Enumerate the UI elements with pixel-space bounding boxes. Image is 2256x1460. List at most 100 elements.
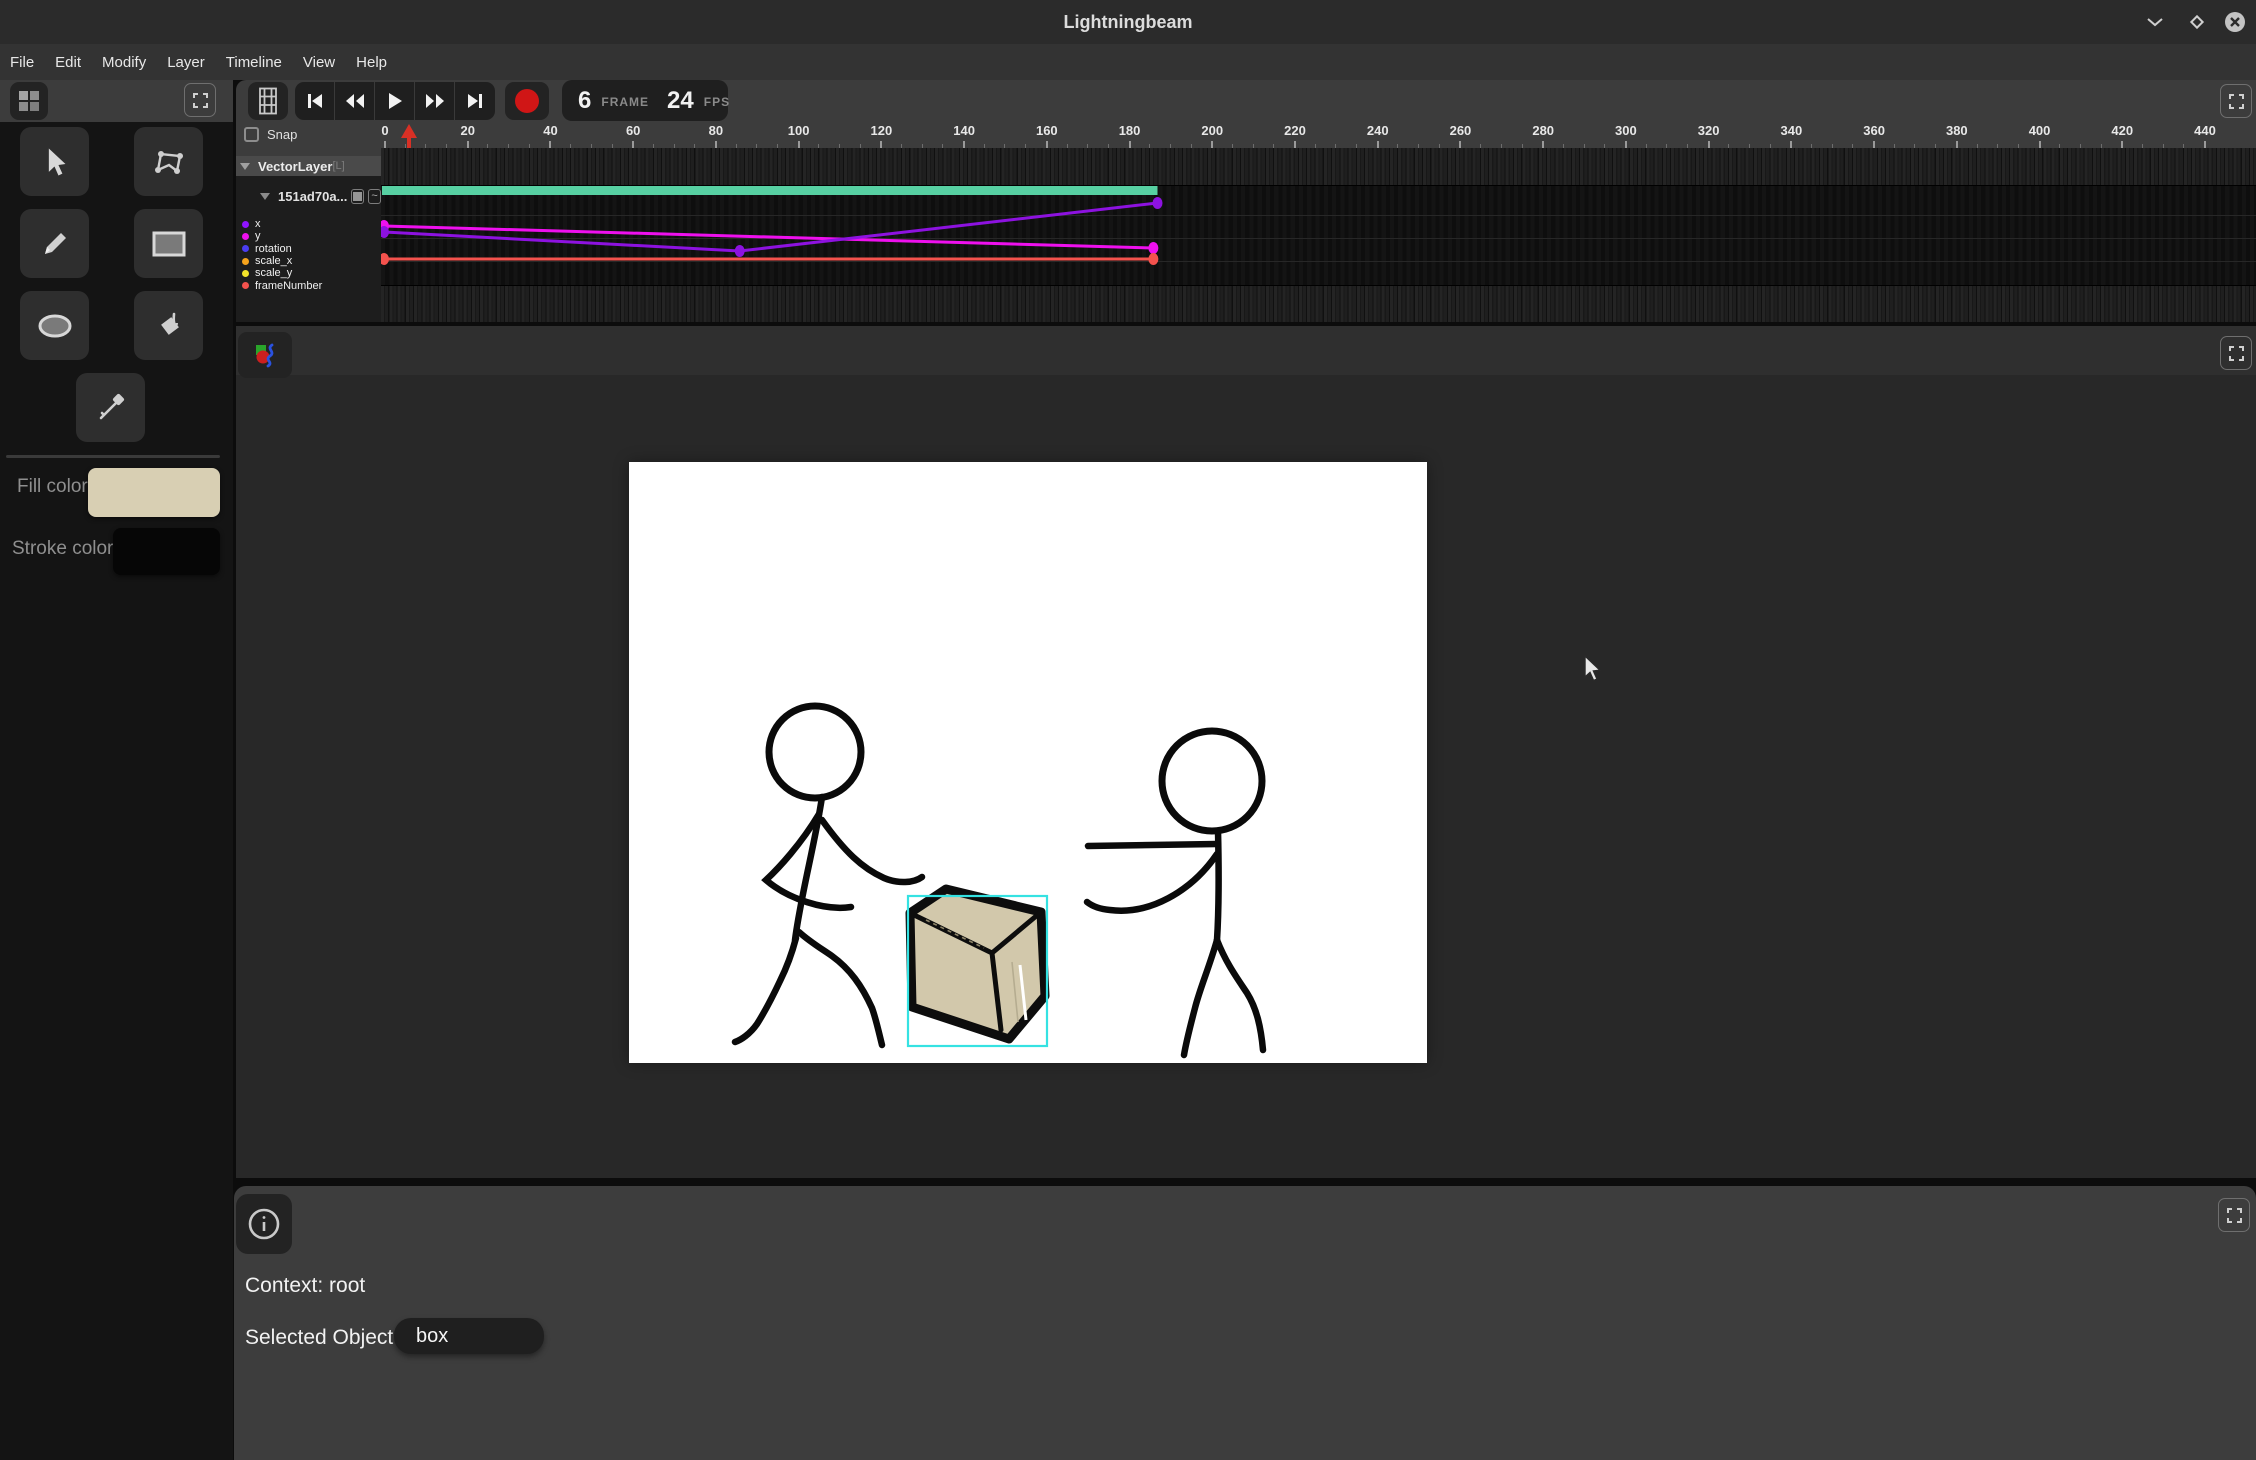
grid-icon [18, 90, 40, 112]
menu-item-file[interactable]: File [9, 52, 35, 73]
square-icon [353, 192, 362, 201]
keyframe-frameNumber-186[interactable] [1148, 253, 1158, 265]
skip-start-button[interactable] [295, 82, 335, 120]
menu-item-view[interactable]: View [302, 52, 336, 73]
keyframe-y-186[interactable] [1148, 242, 1158, 254]
ruler-label-360: 360 [1863, 123, 1885, 138]
subselect-tool-button[interactable] [134, 127, 203, 196]
close-icon[interactable] [2222, 9, 2248, 35]
sublayer-tilde-toggle[interactable]: ~ [368, 189, 381, 204]
keyframe-frameNumber-0[interactable] [381, 253, 389, 265]
stage[interactable] [629, 462, 1427, 1063]
property-row-scale_x[interactable]: scale_x [242, 255, 381, 267]
maximize-diamond-icon[interactable] [2184, 9, 2210, 35]
play-button[interactable] [375, 82, 415, 120]
property-name: x [255, 218, 261, 230]
property-color-dot [242, 282, 249, 289]
path-nodes-icon [152, 146, 186, 178]
paint-bucket-icon [153, 310, 185, 342]
left-tool-panel: Fill color: Stroke color: [0, 80, 233, 1460]
eyedropper-tool-button[interactable] [76, 373, 145, 442]
snap-checkbox[interactable] [244, 127, 259, 142]
layer-track-bar[interactable] [382, 186, 1158, 195]
canvas-expand-button[interactable] [2220, 336, 2252, 370]
property-name: scale_x [255, 255, 292, 267]
frame-label: FRAME [601, 93, 649, 109]
layer-row-sublayer[interactable]: 151ad70a... ~ [236, 186, 381, 206]
box-object[interactable] [910, 889, 1045, 1039]
mouse-cursor-icon [1583, 655, 1603, 683]
stroke-color-swatch[interactable] [113, 528, 220, 575]
minimize-chevron-icon[interactable] [2142, 9, 2168, 35]
property-color-dot [242, 233, 249, 240]
left-panel-expand-button[interactable] [184, 83, 216, 117]
property-row-y[interactable]: y [242, 230, 381, 242]
property-row-x[interactable]: x [242, 218, 381, 230]
menu-item-help[interactable]: Help [355, 52, 388, 73]
canvas-panel-header [236, 326, 2256, 375]
property-row-rotation[interactable]: rotation [242, 243, 381, 255]
rectangle-tool-button[interactable] [134, 209, 203, 278]
skip-end-button[interactable] [455, 82, 495, 120]
ellipse-tool-button[interactable] [20, 291, 89, 360]
fast-forward-button[interactable] [415, 82, 455, 120]
ruler-label-380: 380 [1946, 123, 1968, 138]
tilde-icon: ~ [371, 191, 377, 202]
property-color-dot [242, 258, 249, 265]
panel-grid-button[interactable] [10, 82, 48, 120]
fullscreen-icon [2227, 1208, 2242, 1223]
fullscreen-icon [2229, 94, 2244, 109]
select-tool-button[interactable] [20, 127, 89, 196]
menu-item-modify[interactable]: Modify [101, 52, 147, 73]
titlebar: Lightningbeam [0, 0, 2256, 44]
info-button[interactable] [236, 1194, 292, 1254]
property-name: y [255, 230, 261, 242]
layer-row-vectorlayer[interactable]: VectorLayer [L] [236, 156, 381, 176]
ruler-label-260: 260 [1450, 123, 1472, 138]
film-button[interactable] [248, 82, 288, 120]
menu-item-layer[interactable]: Layer [166, 52, 206, 73]
ruler-label-140: 140 [953, 123, 975, 138]
sublayer-name: 151ad70a... [278, 189, 347, 204]
ruler-label-120: 120 [871, 123, 893, 138]
transport-controls [295, 82, 495, 120]
ruler-label-160: 160 [1036, 123, 1058, 138]
collapse-triangle-icon[interactable] [260, 193, 270, 200]
window-title: Lightningbeam [0, 0, 2256, 44]
layer-name: VectorLayer [258, 159, 332, 174]
stage-tab-button[interactable] [238, 332, 292, 378]
rewind-button[interactable] [335, 82, 375, 120]
frame-value: 6 [578, 87, 591, 115]
sublayer-square-toggle[interactable] [351, 189, 364, 204]
animation-curves[interactable] [381, 148, 2256, 322]
inspector-expand-button[interactable] [2218, 1198, 2250, 1232]
fill-color-swatch[interactable] [88, 468, 220, 517]
menu-item-edit[interactable]: Edit [54, 52, 82, 73]
paint-bucket-tool-button[interactable] [134, 291, 203, 360]
shapes-icon [252, 342, 278, 368]
property-row-frameNumber[interactable]: frameNumber [242, 279, 381, 291]
property-row-scale_y[interactable]: scale_y [242, 267, 381, 279]
stick-figure-right[interactable] [1087, 731, 1263, 1055]
menubar: File Edit Modify Layer Timeline View Help [0, 44, 2256, 80]
menu-item-timeline[interactable]: Timeline [225, 52, 283, 73]
layer-column: VectorLayer [L] 151ad70a... ~ xyrotation… [236, 148, 381, 322]
divider [6, 455, 220, 458]
eyedropper-icon [95, 392, 127, 424]
canvas-panel [236, 326, 2256, 1178]
property-name: scale_y [255, 267, 292, 279]
selected-object-field[interactable]: box [394, 1318, 544, 1354]
pencil-tool-button[interactable] [20, 209, 89, 278]
keyframe-x-86[interactable] [735, 245, 745, 257]
record-button[interactable] [505, 82, 549, 120]
ruler-label-60: 60 [626, 123, 640, 138]
cursor-arrow-icon [40, 146, 70, 178]
app-window: Lightningbeam File Edit Modify Layer Timelin… [0, 0, 2256, 1460]
keyframe-x-187[interactable] [1153, 197, 1163, 209]
playhead[interactable] [401, 124, 417, 148]
timeline-ruler[interactable]: 0204060801001201401601802002202402602803… [381, 122, 2256, 148]
timeline-expand-button[interactable] [2220, 84, 2252, 118]
track-area[interactable] [381, 148, 2256, 322]
collapse-triangle-icon[interactable] [240, 163, 250, 170]
stick-figure-left[interactable] [735, 706, 922, 1045]
